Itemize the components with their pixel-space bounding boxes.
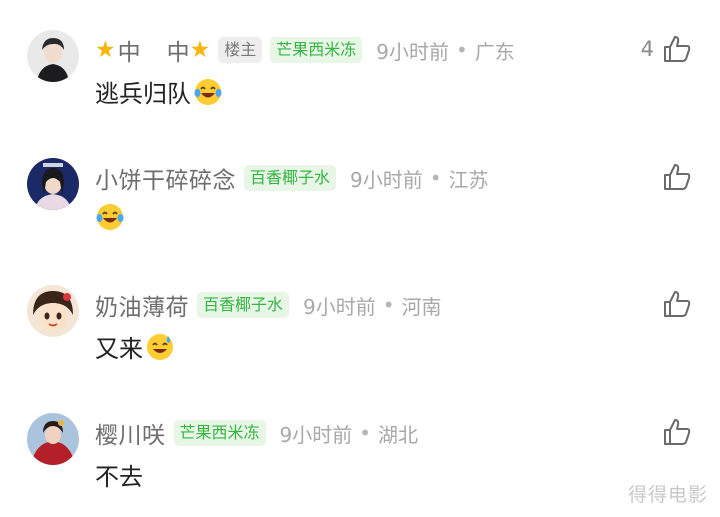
star-icon: ★ <box>95 37 116 63</box>
star-icon: ★ <box>189 37 211 63</box>
watermark: 得得电影 <box>627 484 708 506</box>
comment-time: 9小时前 <box>279 422 353 447</box>
avatar[interactable] <box>27 285 79 337</box>
like-button[interactable] <box>662 162 692 192</box>
thumbs-up-icon <box>662 162 692 192</box>
separator-dot: • <box>359 421 372 445</box>
group-badge[interactable]: 百香椰子水 <box>244 165 337 191</box>
comment-meta: ★ 中中 ★ 楼主 芒果西米冻 9小时前 • 广东 <box>95 32 515 68</box>
laughing-tears-emoji-icon <box>95 202 125 232</box>
separator-dot: • <box>429 166 442 190</box>
avatar[interactable] <box>27 30 79 82</box>
avatar[interactable] <box>27 158 79 210</box>
comment-meta: 奶油薄荷 百香椰子水 9小时前 • 河南 <box>95 287 442 323</box>
avatar[interactable] <box>27 413 79 465</box>
comment-meta: 小饼干碎碎念 百香椰子水 9小时前 • 江苏 <box>95 160 489 196</box>
separator-dot: • <box>456 38 468 62</box>
comment-region: 江苏 <box>448 167 489 192</box>
comment-time: 9小时前 <box>376 39 450 64</box>
comment-text-content: 不去 <box>95 463 143 491</box>
thumbs-up-icon <box>662 289 692 319</box>
comment-item: 奶油薄荷 百香椰子水 9小时前 • 河南 又来 <box>0 285 720 395</box>
username[interactable]: 小饼干碎碎念 <box>95 161 236 195</box>
like-count: 4 <box>640 37 654 61</box>
like-button[interactable] <box>662 289 692 319</box>
comment-item: ★ 中中 ★ 楼主 芒果西米冻 9小时前 • 广东 4 逃兵归队 <box>0 30 720 140</box>
comment-text-content: 又来 <box>95 335 143 363</box>
comment-region: 河南 <box>401 294 442 319</box>
comment-text: 又来 <box>95 329 175 364</box>
comment-text-content: 逃兵归队 <box>95 80 191 108</box>
comment-time: 9小时前 <box>350 167 423 192</box>
username[interactable]: 樱川咲 <box>95 416 166 450</box>
comment-text: 不去 <box>95 457 143 492</box>
group-badge[interactable]: 百香椰子水 <box>197 292 290 318</box>
comment-item: 樱川咲 芒果西米冻 9小时前 • 湖北 不去 <box>0 413 720 517</box>
like-button[interactable]: 4 <box>641 34 692 64</box>
laughing-tears-emoji-icon <box>193 77 223 107</box>
group-badge[interactable]: 芒果西米冻 <box>270 37 363 63</box>
thumbs-up-icon <box>662 417 692 447</box>
comment-text <box>95 202 125 232</box>
separator-dot: • <box>382 293 395 317</box>
comment-time: 9小时前 <box>303 294 376 319</box>
sweat-smile-emoji-icon <box>145 332 175 362</box>
comment-region: 湖北 <box>378 422 419 447</box>
owner-badge: 楼主 <box>218 37 263 63</box>
like-button[interactable] <box>662 417 692 447</box>
comment-meta: 樱川咲 芒果西米冻 9小时前 • 湖北 <box>95 415 418 451</box>
username[interactable]: 奶油薄荷 <box>95 288 189 322</box>
comment-text: 逃兵归队 <box>95 74 223 109</box>
comment-item: 小饼干碎碎念 百香椰子水 9小时前 • 江苏 <box>0 158 720 268</box>
group-badge[interactable]: 芒果西米冻 <box>173 420 266 446</box>
thumbs-up-icon <box>662 34 692 64</box>
comment-region: 广东 <box>474 39 515 64</box>
